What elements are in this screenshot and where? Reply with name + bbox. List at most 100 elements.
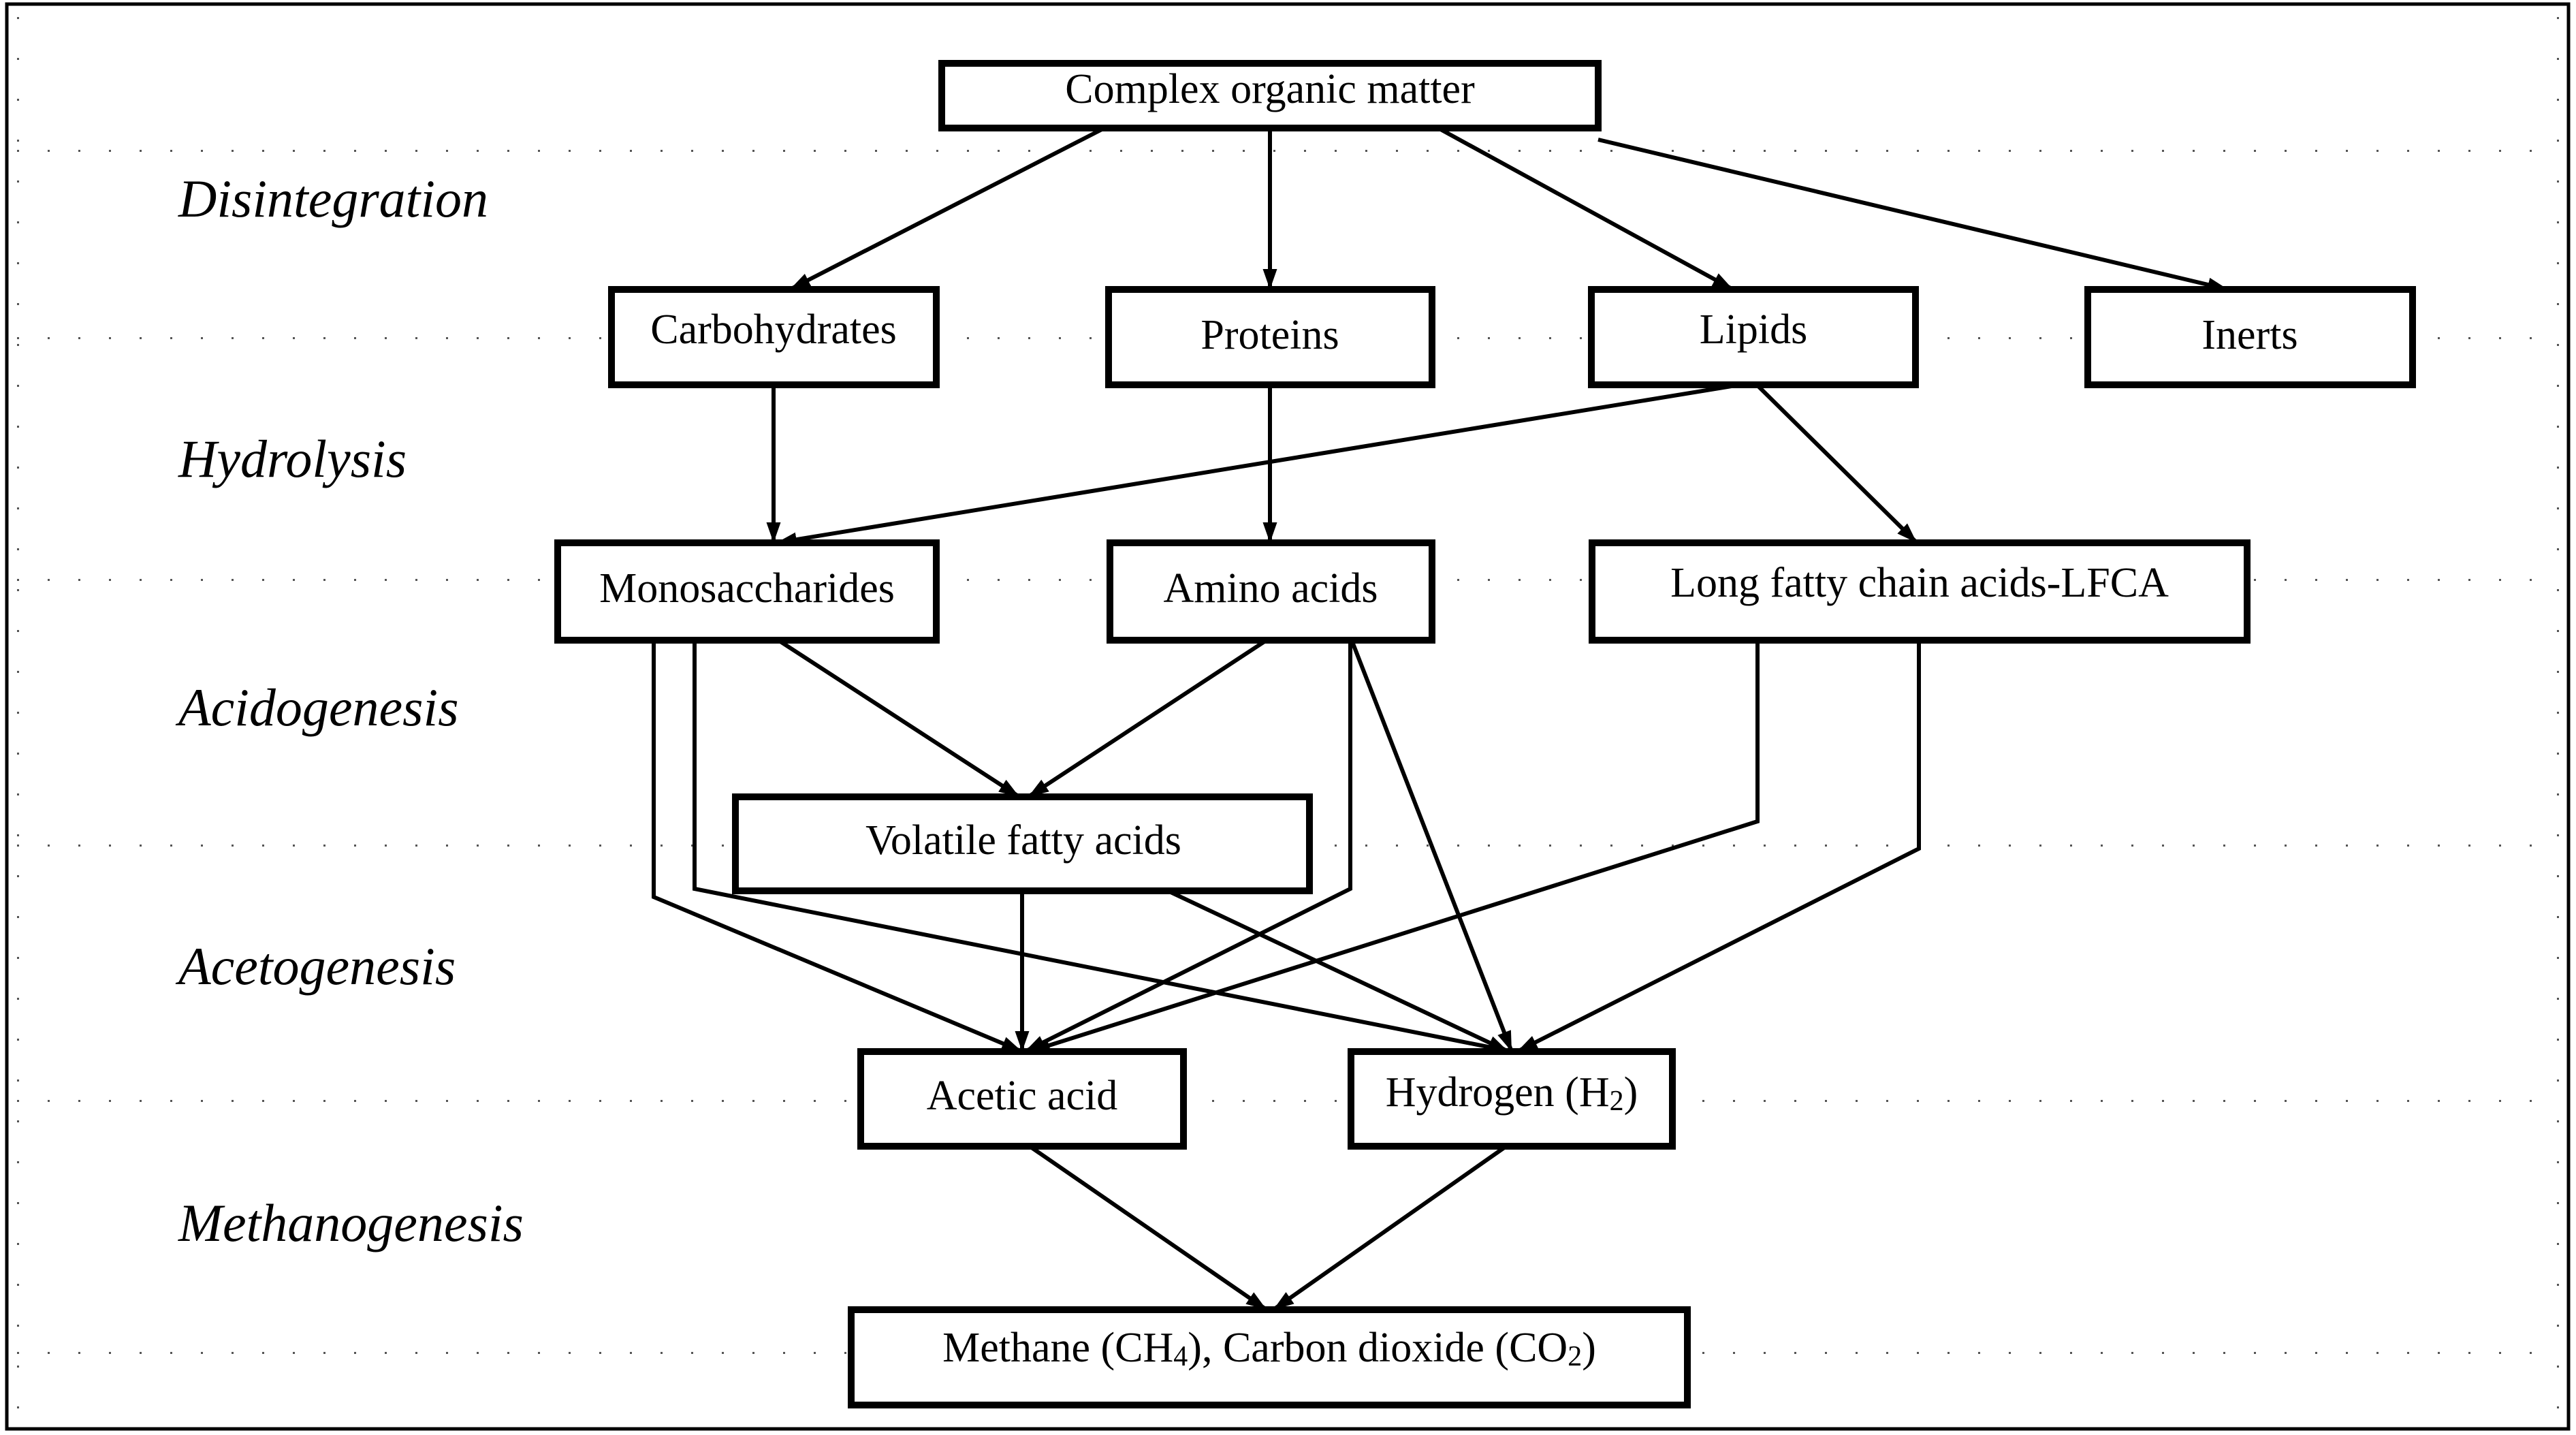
grid-dot <box>967 579 969 581</box>
grid-dot <box>1457 579 1459 581</box>
grid-dot <box>2346 845 2348 847</box>
grid-dot <box>2315 845 2317 847</box>
grid-dot <box>477 1100 479 1102</box>
grid-dot <box>2101 150 2103 152</box>
grid-dot <box>48 150 50 152</box>
grid-dot <box>1304 1100 1306 1102</box>
grid-dot <box>2162 845 2164 847</box>
grid-dot <box>2315 579 2317 581</box>
grid-dot <box>1978 1100 1980 1102</box>
grid-dot <box>2438 579 2440 581</box>
grid-dot <box>1518 337 1521 339</box>
grid-dot <box>2009 150 2011 152</box>
grid-dot <box>2407 1100 2409 1102</box>
grid-dot <box>538 579 540 581</box>
grid-dot <box>2530 1352 2532 1354</box>
grid-dot <box>1825 150 1827 152</box>
grid-dot <box>17 957 19 959</box>
grid-dot <box>354 1100 356 1102</box>
grid-dot <box>48 1100 50 1102</box>
node-label: Long fatty chain acids-LFCA <box>1670 560 2169 606</box>
stage-label-methanogenesis: Methanogenesis <box>178 1193 524 1252</box>
grid-dot <box>1365 845 1367 847</box>
node-label: Carbohydrates <box>650 306 897 353</box>
grid-dot <box>140 1100 142 1102</box>
grid-dot <box>1120 150 1122 152</box>
grid-dot <box>262 337 264 339</box>
node-acetic-acid: Acetic acid <box>857 1048 1187 1150</box>
grid-dot <box>661 1352 663 1354</box>
grid-dot <box>1825 845 1827 847</box>
grid-dot <box>1856 1352 1858 1354</box>
grid-dot <box>2557 957 2559 959</box>
grid-dot <box>2070 1100 2072 1102</box>
grid-dot <box>1549 845 1551 847</box>
grid-dot <box>2254 579 2256 581</box>
grid-dot <box>109 845 111 847</box>
grid-dot <box>17 1079 19 1082</box>
grid-dot <box>1488 579 1490 581</box>
grid-dot <box>599 337 601 339</box>
grid-dot <box>2557 998 2559 1000</box>
grid-dot <box>1090 579 1092 581</box>
grid-dot <box>354 579 356 581</box>
grid-dot <box>2557 1120 2559 1122</box>
stage-label-acetogenesis: Acetogenesis <box>175 936 456 996</box>
grid-dot <box>2070 845 2072 847</box>
grid-dot <box>1518 845 1521 847</box>
grid-dot <box>48 1352 50 1354</box>
grid-dot <box>661 150 663 152</box>
grid-dot <box>2438 1100 2440 1102</box>
grid-dot <box>2557 1243 2559 1245</box>
grid-dot <box>2557 303 2559 305</box>
grid-dot <box>2285 845 2287 847</box>
grid-dot <box>477 1352 479 1354</box>
grid-dot <box>1610 845 1612 847</box>
grid-dot <box>477 845 479 847</box>
grid-dot <box>170 150 172 152</box>
grid-dot <box>1794 1100 1796 1102</box>
grid-dot <box>507 579 509 581</box>
node-amino-acids: Amino acids <box>1107 539 1435 644</box>
grid-dot <box>2254 1352 2256 1354</box>
stage-label-acidogenesis: Acidogenesis <box>175 678 459 737</box>
stage-label-hydrolysis: Hydrolysis <box>178 429 407 488</box>
grid-dot <box>2557 671 2559 673</box>
grid-dot <box>262 1352 264 1354</box>
grid-dot <box>2070 150 2072 152</box>
node-label: Methane (CH4), Carbon dioxide (CO2) <box>942 1325 1596 1372</box>
grid-dot <box>48 579 50 581</box>
grid-dot <box>2285 1100 2287 1102</box>
grid-dot <box>875 150 877 152</box>
grid-dot <box>1917 150 1919 152</box>
grid-dot <box>17 337 19 339</box>
grid-dot <box>630 845 632 847</box>
grid-dot <box>2530 579 2532 581</box>
grid-dot <box>569 1100 571 1102</box>
grid-dot <box>17 385 19 387</box>
grid-dot <box>599 1352 601 1354</box>
grid-dot <box>201 337 203 339</box>
grid-dot <box>1764 845 1766 847</box>
grid-dot <box>1733 845 1735 847</box>
grid-dot <box>232 579 234 581</box>
grid-dot <box>538 1100 540 1102</box>
grid-dot <box>2285 1352 2287 1354</box>
grid-dot <box>323 1100 325 1102</box>
grid-dot <box>2101 1352 2103 1354</box>
grid-dot <box>17 426 19 428</box>
grid-dot <box>17 303 19 305</box>
grid-dot <box>323 337 325 339</box>
grid-dot <box>446 1100 448 1102</box>
grid-dot <box>599 1100 601 1102</box>
grid-dot <box>140 337 142 339</box>
grid-dot <box>967 337 969 339</box>
grid-dot <box>1733 150 1735 152</box>
grid-dot <box>140 150 142 152</box>
grid-dot <box>1518 150 1521 152</box>
grid-dot <box>661 1100 663 1102</box>
grid-dot <box>691 1100 693 1102</box>
grid-dot <box>2376 150 2379 152</box>
grid-dot <box>48 337 50 339</box>
grid-dot <box>2162 150 2164 152</box>
